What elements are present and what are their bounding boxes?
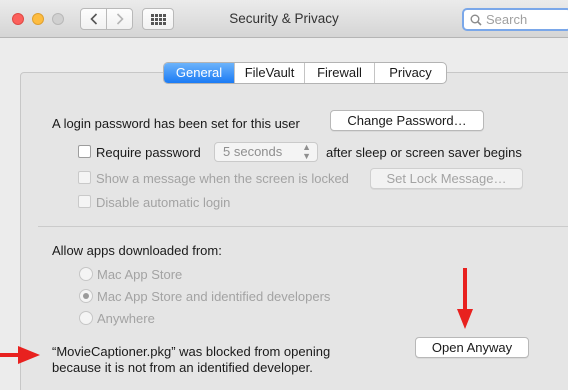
radio-mac-app-store-label: Mac App Store <box>97 267 183 282</box>
tab-filevault[interactable]: FileVault <box>234 63 304 83</box>
search-placeholder: Search <box>486 12 528 27</box>
open-anyway-button[interactable]: Open Anyway <box>415 337 529 358</box>
set-lock-message-button[interactable]: Set Lock Message… <box>370 168 523 189</box>
radio-identified-developers[interactable] <box>79 289 93 303</box>
change-password-button[interactable]: Change Password… <box>330 110 484 131</box>
require-password-label: Require password <box>96 145 201 160</box>
tab-general[interactable]: General <box>164 63 234 83</box>
disable-auto-login-label: Disable automatic login <box>96 195 231 210</box>
tab-bar: General FileVault Firewall Privacy <box>163 62 447 84</box>
after-sleep-text: after sleep or screen saver begins <box>326 145 522 160</box>
radio-anywhere-label: Anywhere <box>97 311 155 326</box>
password-status-text: A login password has been set for this u… <box>52 116 300 131</box>
blocked-message-line1: “MovieCaptioner.pkg” was blocked from op… <box>52 344 331 359</box>
title-bar: Security & Privacy Search <box>0 0 568 38</box>
radio-mac-app-store[interactable] <box>79 267 93 281</box>
show-message-label: Show a message when the screen is locked <box>96 171 349 186</box>
section-divider <box>38 226 568 227</box>
search-icon <box>470 14 482 26</box>
blocked-message-line2: because it is not from an identified dev… <box>52 360 313 375</box>
tab-privacy[interactable]: Privacy <box>374 63 446 83</box>
radio-anywhere[interactable] <box>79 311 93 325</box>
show-message-checkbox[interactable] <box>78 171 91 184</box>
radio-identified-developers-label: Mac App Store and identified developers <box>97 289 331 304</box>
require-password-checkbox[interactable] <box>78 145 91 158</box>
tab-firewall[interactable]: Firewall <box>304 63 374 83</box>
search-field[interactable]: Search <box>462 8 568 31</box>
updown-chevron-icon: ▲ ▼ <box>302 142 311 161</box>
disable-auto-login-checkbox[interactable] <box>78 195 91 208</box>
require-password-delay-value: 5 seconds <box>223 144 283 159</box>
allow-apps-heading: Allow apps downloaded from: <box>52 243 222 258</box>
require-password-delay-select[interactable]: 5 seconds ▲ ▼ <box>214 142 318 162</box>
